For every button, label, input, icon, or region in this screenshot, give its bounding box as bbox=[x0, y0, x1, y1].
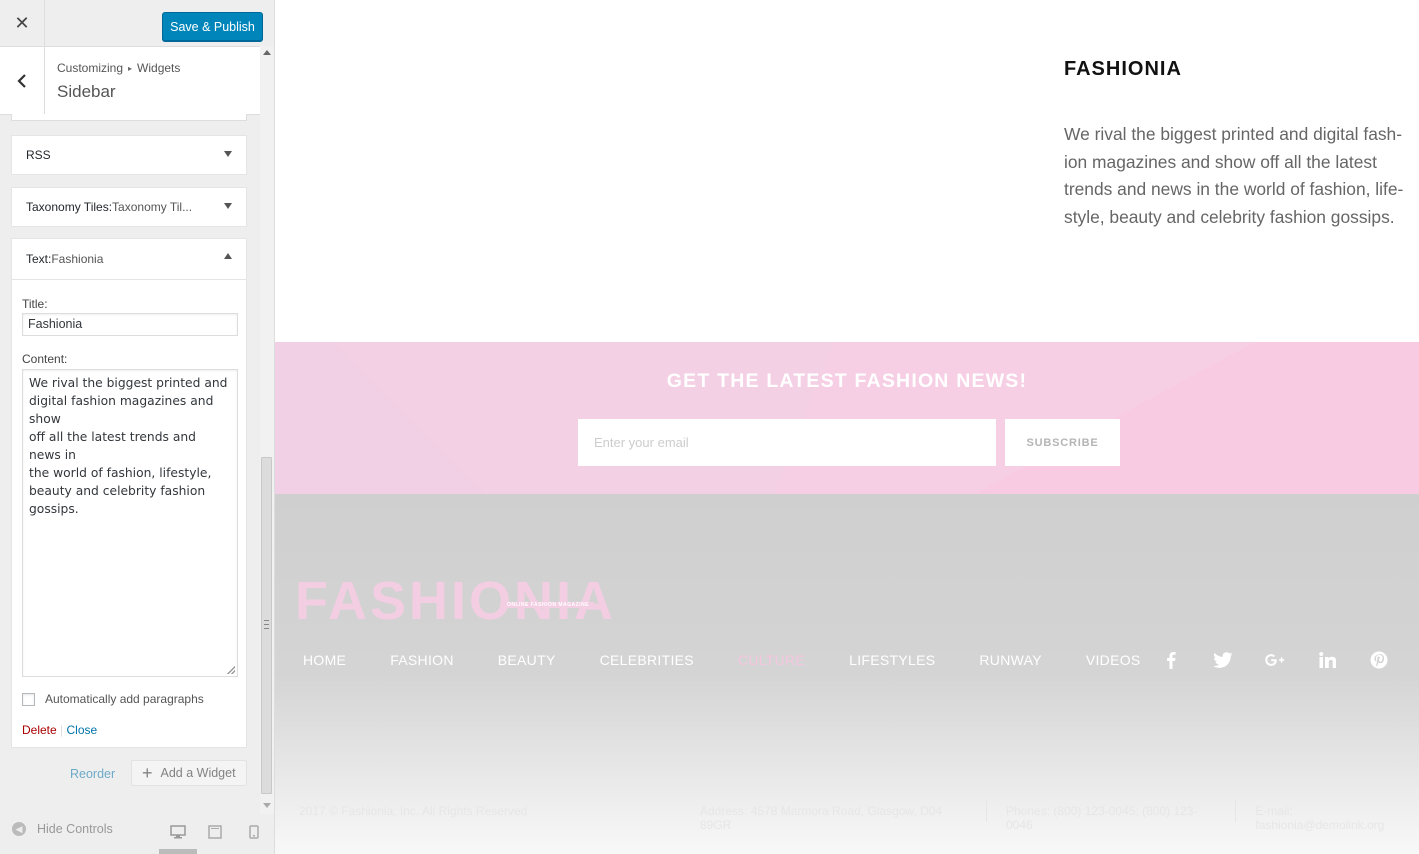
footer-nav: HOME FASHION BEAUTY CELEBRITIES CULTURE … bbox=[303, 652, 1185, 668]
customizer-header-actions: ✕ Save & Publish bbox=[0, 0, 274, 47]
nav-item-lifestyles[interactable]: LIFESTYLES bbox=[849, 652, 935, 668]
newsletter-section: GET THE LATEST FASHION NEWS! Enter your … bbox=[275, 342, 1419, 494]
divider bbox=[986, 800, 987, 822]
close-link[interactable]: Close bbox=[66, 723, 97, 737]
breadcrumb-current: Widgets bbox=[137, 61, 181, 75]
scrollbar[interactable] bbox=[260, 46, 274, 814]
desktop-icon[interactable] bbox=[170, 824, 186, 839]
scroll-down-arrow-icon[interactable] bbox=[263, 803, 271, 808]
widget-rss[interactable]: RSS bbox=[11, 135, 247, 175]
chevron-left-icon bbox=[17, 73, 26, 88]
hide-controls-button[interactable]: ◀ Hide Controls bbox=[12, 822, 113, 836]
breadcrumb-separator: ▸ bbox=[128, 64, 133, 73]
background-pattern bbox=[275, 342, 1419, 494]
section-header: Customizing ▸ Widgets Sidebar bbox=[0, 47, 260, 115]
active-device-indicator bbox=[159, 849, 197, 854]
nav-item-videos[interactable]: VIDEOS bbox=[1086, 652, 1141, 668]
previous-widget-edge bbox=[11, 114, 247, 121]
nav-item-culture[interactable]: CULTURE bbox=[738, 652, 805, 668]
expand-arrow-icon[interactable] bbox=[224, 151, 232, 157]
breadcrumb-root: Customizing bbox=[57, 61, 124, 75]
twitter-icon[interactable] bbox=[1213, 650, 1233, 670]
widget-actions: Delete | Close bbox=[22, 723, 97, 737]
customizer-footer: ◀ Hide Controls bbox=[0, 814, 274, 854]
subscribe-button[interactable]: SUBSCRIBE bbox=[1005, 419, 1120, 466]
widget-title: RSS bbox=[26, 148, 51, 162]
breadcrumb: Customizing ▸ Widgets bbox=[57, 61, 180, 75]
plus-icon: + bbox=[142, 763, 153, 783]
google-plus-icon[interactable] bbox=[1265, 650, 1285, 670]
widget-title: Taxonomy Tiles: bbox=[26, 200, 113, 214]
contact-info: Address: 4578 Marmora Road, Glasgow, D04… bbox=[700, 800, 1419, 832]
title-label: Title: bbox=[22, 297, 48, 311]
email-text[interactable]: E-mail: fashionia@demolink.org bbox=[1255, 804, 1419, 832]
section-title: Sidebar bbox=[57, 82, 116, 101]
mobile-icon[interactable] bbox=[249, 824, 265, 839]
widget-taxonomy-header[interactable]: Taxonomy Tiles: Taxonomy Til... bbox=[12, 188, 246, 226]
widget-instance-title: Taxonomy Til... bbox=[112, 200, 193, 214]
footer-logo[interactable]: FASHIONIA bbox=[295, 574, 616, 628]
widget-taxonomy-tiles[interactable]: Taxonomy Tiles: Taxonomy Til... bbox=[11, 187, 247, 227]
scrollbar-thumb[interactable] bbox=[261, 457, 272, 794]
close-customizer-button[interactable]: ✕ bbox=[0, 0, 45, 46]
nav-item-celebrities[interactable]: CELEBRITIES bbox=[600, 652, 694, 668]
scroll-up-arrow-icon[interactable] bbox=[263, 50, 271, 55]
collapse-arrow-icon[interactable] bbox=[224, 253, 232, 259]
content-label: Content: bbox=[22, 352, 68, 366]
content-textarea[interactable]: We rival the biggest printed and digital… bbox=[22, 369, 238, 677]
resize-handle[interactable] bbox=[227, 666, 235, 674]
autop-checkbox-row[interactable]: Automatically add paragraphs bbox=[22, 692, 204, 706]
facebook-icon[interactable] bbox=[1161, 650, 1181, 670]
nav-item-home[interactable]: HOME bbox=[303, 652, 346, 668]
autop-label: Automatically add paragraphs bbox=[45, 692, 204, 706]
site-footer: FASHIONIA ONLINE FASHION MAGAZINE HOME F… bbox=[275, 494, 1419, 854]
back-button[interactable] bbox=[0, 47, 45, 114]
copyright-text: 2017 © Fashionia, Inc. All Rights Reserv… bbox=[299, 804, 528, 818]
delete-link[interactable]: Delete bbox=[22, 723, 57, 737]
widgets-list: RSS Taxonomy Tiles: Taxonomy Til... Text… bbox=[0, 114, 260, 814]
add-widget-label: Add a Widget bbox=[160, 766, 236, 780]
customizer-panel: ✕ Save & Publish Customizing ▸ Widgets Sid… bbox=[0, 0, 275, 854]
widget-text-preview: We rival the biggest printed and digital… bbox=[1064, 124, 1404, 227]
reorder-link[interactable]: Reorder bbox=[70, 767, 115, 781]
linkedin-icon[interactable] bbox=[1317, 650, 1337, 670]
widget-title-preview: FASHIONIA bbox=[1064, 58, 1182, 80]
tablet-icon[interactable] bbox=[208, 824, 224, 839]
nav-item-runway[interactable]: RUNWAY bbox=[979, 652, 1041, 668]
social-links bbox=[1161, 650, 1419, 670]
phones-text: Phones: (800) 123-0045; (800) 123-0046 bbox=[1006, 804, 1198, 832]
action-separator: | bbox=[56, 723, 67, 737]
pinterest-icon[interactable] bbox=[1369, 650, 1389, 670]
widget-rss-header[interactable]: RSS bbox=[12, 136, 246, 174]
email-input[interactable]: Enter your email bbox=[578, 419, 996, 466]
content-text: We rival the biggest printed and digital… bbox=[29, 376, 228, 516]
expand-arrow-icon[interactable] bbox=[224, 203, 232, 209]
grip-icon bbox=[264, 620, 269, 629]
widget-instance-title: Fashionia bbox=[51, 252, 104, 266]
add-widget-button[interactable]: + Add a Widget bbox=[131, 760, 247, 786]
nav-item-beauty[interactable]: BEAUTY bbox=[498, 652, 556, 668]
title-input[interactable]: Fashionia bbox=[22, 313, 238, 336]
newsletter-title: GET THE LATEST FASHION NEWS! bbox=[666, 370, 1028, 392]
logo-tagline: ONLINE FASHION MAGAZINE bbox=[502, 602, 594, 608]
widget-text: Text: Fashionia Title: Fashionia Content… bbox=[11, 238, 247, 748]
save-publish-button[interactable]: Save & Publish bbox=[162, 12, 263, 41]
widget-title: Text: bbox=[26, 252, 52, 266]
hide-controls-label: Hide Controls bbox=[37, 822, 113, 836]
autop-checkbox[interactable] bbox=[22, 692, 35, 706]
nav-item-fashion[interactable]: FASHION bbox=[390, 652, 454, 668]
address-text: Address: 4578 Marmora Road, Glasgow, D04… bbox=[700, 804, 943, 832]
collapse-icon: ◀ bbox=[12, 822, 26, 836]
widget-text-header[interactable]: Text: Fashionia bbox=[12, 239, 246, 280]
divider bbox=[1235, 800, 1237, 822]
site-preview: FASHIONIA We rival the biggest printed a… bbox=[275, 0, 1419, 854]
